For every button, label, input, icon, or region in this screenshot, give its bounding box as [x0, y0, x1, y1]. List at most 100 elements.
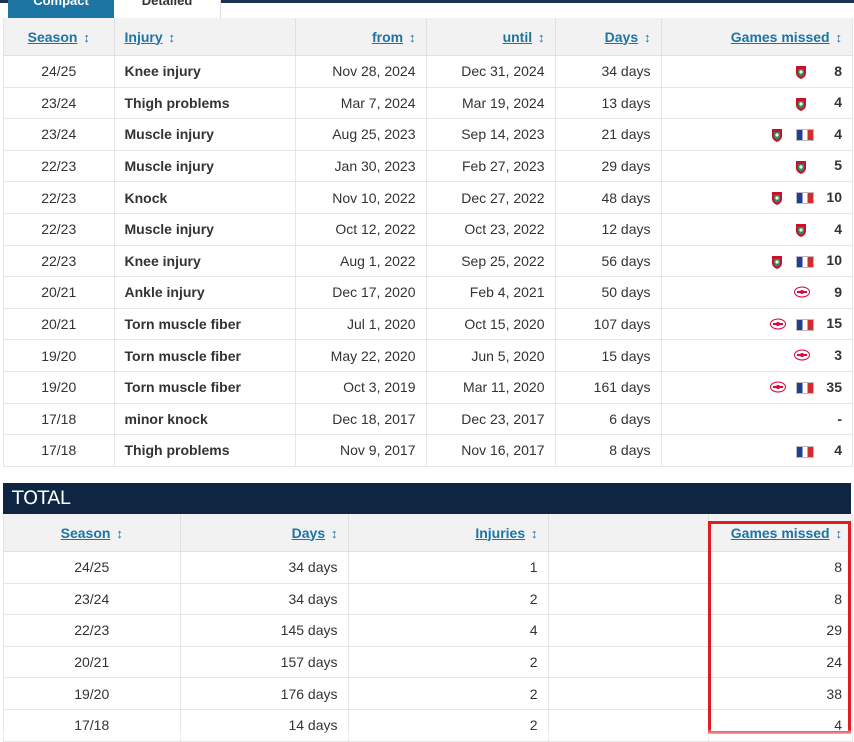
table-row: 22/23 Knock Nov 10, 2022 Dec 27, 2022 48 day… — [4, 181, 852, 214]
games-missed-cell: 4 — [661, 118, 852, 151]
days-cell: 8 days — [555, 434, 662, 467]
days-cell: 145 days — [180, 614, 349, 647]
sort-icon[interactable]: ↕ — [169, 30, 176, 45]
days-cell: 12 days — [555, 213, 662, 246]
table-row: 23/24 34 days 2 8 — [4, 583, 852, 616]
season-cell: 24/25 — [4, 55, 115, 88]
sort-icon[interactable]: ↕ — [83, 30, 90, 45]
spacer-cell — [548, 614, 709, 647]
sort-link-season[interactable]: Season — [61, 525, 111, 541]
sort-icon[interactable]: ↕ — [644, 30, 651, 45]
games-missed-value: 4 — [834, 442, 842, 459]
games-missed-cell: 10 — [661, 245, 852, 278]
liverpool-crest-icon[interactable] — [794, 159, 808, 175]
sort-icon[interactable]: ↕ — [116, 526, 123, 541]
sort-icon[interactable]: ↕ — [409, 30, 416, 45]
games-missed-value: 35 — [826, 378, 842, 395]
games-missed-value: 4 — [834, 94, 842, 111]
days-cell: 50 days — [555, 276, 662, 309]
header-days[interactable]: Days ↕ — [180, 514, 349, 552]
header-days[interactable]: Days ↕ — [555, 18, 662, 56]
liverpool-crest-icon[interactable] — [770, 254, 784, 270]
until-cell: Mar 19, 2024 — [426, 87, 556, 120]
games-missed-value: 5 — [834, 157, 842, 174]
table-row: 22/23 145 days 4 29 — [4, 614, 852, 647]
sort-icon[interactable]: ↕ — [538, 30, 545, 45]
header-games-missed[interactable]: Games missed ↕ — [661, 18, 852, 56]
games-missed-value: 9 — [834, 283, 842, 300]
spacer-cell — [548, 551, 709, 584]
sort-link-games-missed[interactable]: Games missed — [731, 29, 830, 45]
days-cell: 107 days — [555, 308, 662, 341]
liverpool-crest-icon[interactable] — [794, 64, 808, 80]
from-cell: Nov 28, 2024 — [295, 55, 427, 88]
sort-icon[interactable]: ↕ — [836, 30, 843, 45]
games-missed-value: 4 — [834, 125, 842, 142]
header-season[interactable]: Season ↕ — [4, 18, 115, 56]
games-missed-cell: 4 — [661, 213, 852, 246]
games-missed-cell: 15 — [661, 308, 852, 341]
until-cell: Sep 14, 2023 — [426, 118, 556, 151]
days-cell: 176 days — [180, 677, 349, 710]
days-cell: 34 days — [180, 583, 349, 616]
total-table-body: 24/25 34 days 1 8 23/24 34 days 2 8 22/23 145 day… — [4, 551, 852, 742]
sort-link-season[interactable]: Season — [28, 29, 78, 45]
header-season[interactable]: Season ↕ — [4, 514, 181, 552]
sort-link-days[interactable]: Days — [292, 525, 325, 541]
liverpool-crest-icon[interactable] — [794, 222, 808, 238]
sort-link-games-missed[interactable]: Games missed — [731, 525, 830, 541]
days-cell: 21 days — [555, 118, 662, 151]
sort-icon[interactable]: ↕ — [331, 526, 338, 541]
table-row: 22/23 Muscle injury Jan 30, 2023 Feb 27, 20… — [4, 150, 852, 183]
injury-table: Season ↕ Injury ↕ from ↕ until ↕ Days ↕ … — [4, 18, 852, 467]
from-cell: Jul 1, 2020 — [295, 308, 427, 341]
spacer-cell — [548, 646, 709, 679]
table-row: 19/20 Torn muscle fiber May 22, 2020 Jun 5,… — [4, 339, 852, 372]
from-cell: Aug 25, 2023 — [295, 118, 427, 151]
games-missed-cell: 38 — [708, 677, 852, 710]
sort-link-injuries[interactable]: Injuries — [475, 525, 525, 541]
leipzig-crest-icon[interactable] — [794, 285, 810, 301]
days-cell: 29 days — [555, 150, 662, 183]
tab-detailed[interactable]: Detailed — [114, 0, 221, 18]
header-injury[interactable]: Injury ↕ — [114, 18, 296, 56]
games-missed-cell: 3 — [661, 339, 852, 372]
injury-cell: Muscle injury — [114, 150, 296, 183]
leipzig-crest-icon[interactable] — [770, 317, 786, 333]
injuries-cell: 2 — [348, 677, 549, 710]
season-cell: 22/23 — [4, 245, 115, 278]
days-cell: 34 days — [555, 55, 662, 88]
total-section-title: TOTAL — [3, 483, 851, 514]
header-from[interactable]: from ↕ — [295, 18, 427, 56]
liverpool-crest-icon[interactable] — [794, 96, 808, 112]
days-cell: 34 days — [180, 551, 349, 584]
until-cell: Nov 16, 2017 — [426, 434, 556, 467]
leipzig-crest-icon[interactable] — [794, 348, 810, 364]
header-injuries[interactable]: Injuries ↕ — [348, 514, 549, 552]
sort-icon[interactable]: ↕ — [531, 526, 538, 541]
tab-compact[interactable]: Compact — [8, 0, 114, 18]
liverpool-crest-icon[interactable] — [770, 190, 784, 206]
injury-cell: Muscle injury — [114, 213, 296, 246]
season-cell: 23/24 — [4, 87, 115, 120]
spacer-cell — [548, 583, 709, 616]
header-games-missed[interactable]: Games missed ↕ — [708, 514, 852, 552]
sort-icon[interactable]: ↕ — [836, 526, 843, 541]
sort-link-days[interactable]: Days — [605, 29, 638, 45]
leipzig-crest-icon[interactable] — [770, 380, 786, 396]
sort-link-until[interactable]: until — [503, 29, 533, 45]
days-cell: 56 days — [555, 245, 662, 278]
liverpool-crest-icon[interactable] — [770, 127, 784, 143]
from-cell: Jan 30, 2023 — [295, 150, 427, 183]
france-flag-icon — [796, 318, 814, 331]
until-cell: Feb 27, 2023 — [426, 150, 556, 183]
from-cell: Nov 10, 2022 — [295, 181, 427, 214]
header-until[interactable]: until ↕ — [426, 18, 556, 56]
header-spacer — [548, 514, 709, 552]
sort-link-injury[interactable]: Injury — [125, 29, 163, 45]
games-missed-cell: 29 — [708, 614, 852, 647]
sort-link-from[interactable]: from — [372, 29, 403, 45]
table-row: 17/18 Thigh problems Nov 9, 2017 Nov 16, 20… — [4, 434, 852, 467]
table-row: 22/23 Knee injury Aug 1, 2022 Sep 25, 2022 5… — [4, 245, 852, 278]
injury-cell: Knee injury — [114, 55, 296, 88]
